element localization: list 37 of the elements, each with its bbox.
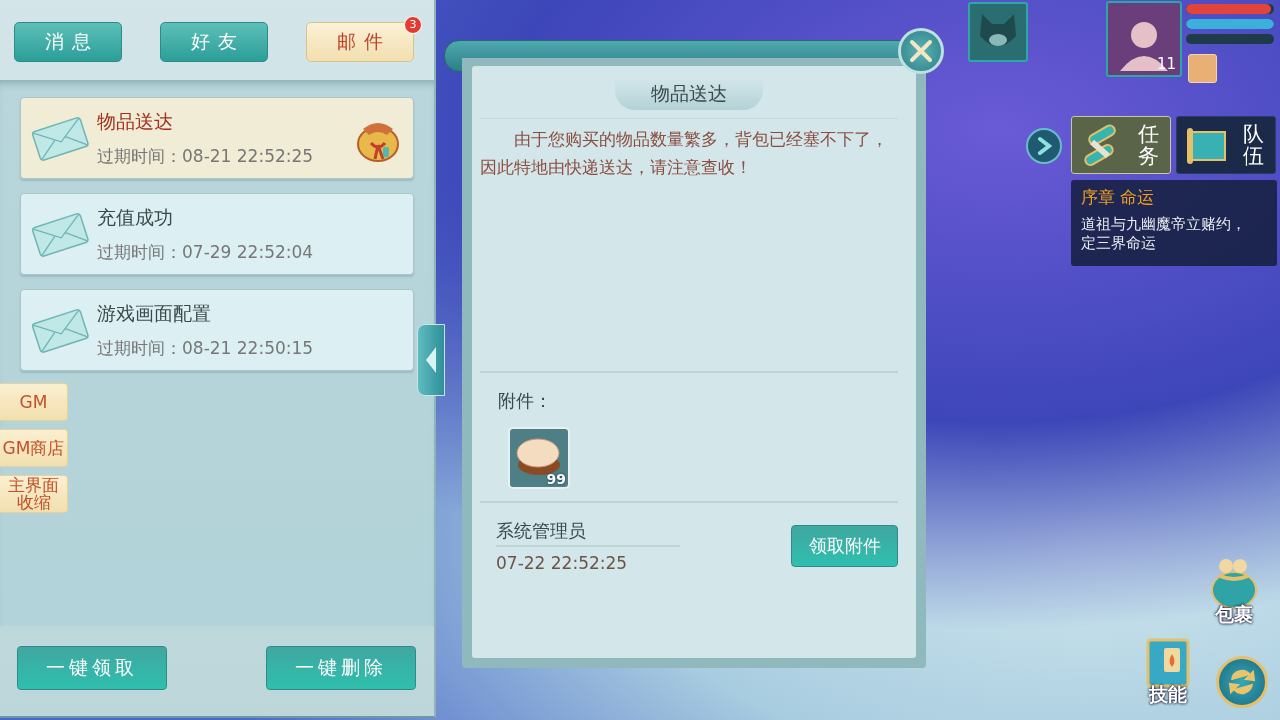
hud-tab[interactable]: 任务	[1071, 116, 1171, 174]
tab[interactable]: 好友	[160, 22, 268, 62]
mail-item[interactable]: 物品送达 过期时间：08-21 22:52:25	[20, 97, 414, 179]
expiry-time: 过期时间：08-21 22:50:15	[97, 336, 315, 360]
quest-panel[interactable]: 序章 命运 道祖与九幽魔帝立赌约，定三界命运	[1071, 180, 1277, 266]
chevron-icon	[1036, 136, 1052, 156]
hud-tab[interactable]: 队伍	[1176, 116, 1276, 174]
mail-item[interactable]: 游戏画面配置 过期时间：08-21 22:50:15	[20, 289, 414, 371]
attachments-label: 附件：	[498, 389, 553, 413]
quest-title: 序章 命运	[1081, 186, 1156, 209]
mail-body-text: 由于您购买的物品数量繁多，背包已经塞不下了，因此特地由快递送达，请注意查收！	[480, 128, 889, 179]
left-arrow-icon	[424, 345, 438, 375]
attachment-slot[interactable]: 99	[508, 427, 570, 489]
expiry-time: 过期时间：08-21 22:52:25	[97, 144, 315, 168]
pet-portrait[interactable]	[968, 2, 1028, 62]
mail-item[interactable]: 充值成功 过期时间：07-29 22:52:04	[20, 193, 414, 275]
player-level: 11	[1156, 55, 1176, 73]
sent-date: 07-22 22:52:25	[496, 553, 629, 573]
mail-title: 充值成功	[97, 204, 174, 230]
quest-description: 道祖与九幽魔帝立赌约，定三界命运	[1081, 215, 1247, 253]
bulk-action-button[interactable]: 一键领取	[17, 646, 167, 690]
collapse-handle[interactable]	[417, 324, 445, 396]
side-button[interactable]: GM	[0, 383, 68, 421]
expiry-time: 过期时间：07-29 22:52:04	[97, 240, 315, 264]
close-icon	[908, 38, 934, 64]
count-badge: 3	[404, 16, 422, 34]
mail-detail-title: 物品送达	[615, 78, 763, 110]
item-count: 99	[546, 471, 566, 487]
mail-title: 物品送达	[97, 108, 174, 134]
sender-name: 系统管理员	[496, 519, 680, 547]
bulk-action-button[interactable]: 一键删除	[266, 646, 416, 690]
tab[interactable]: 消息	[14, 22, 122, 62]
claim-attachment-button[interactable]: 领取附件	[791, 525, 898, 567]
side-button[interactable]: GM商店	[0, 429, 68, 467]
mail-title: 游戏画面配置	[97, 300, 212, 326]
player-portrait[interactable]: 11	[1106, 1, 1182, 77]
side-button[interactable]: 主界面收缩	[0, 475, 68, 513]
